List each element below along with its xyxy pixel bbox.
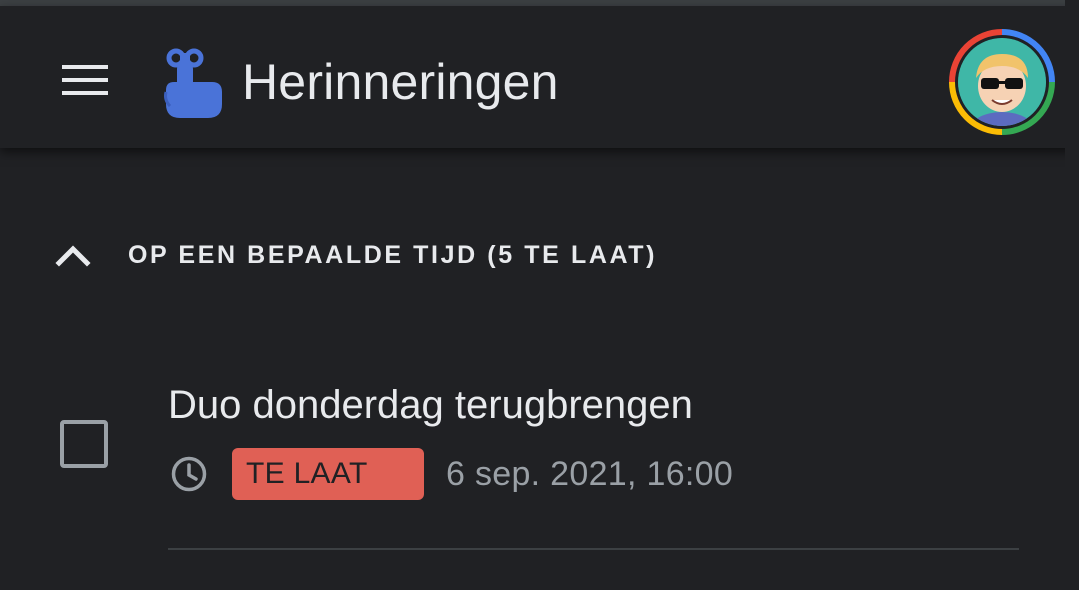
overdue-badge: TE LAAT [232,448,424,500]
section-title: OP EEN BEPAALDE TIJD (5 TE LAAT) [128,240,658,269]
section-header[interactable]: OP EEN BEPAALDE TIJD (5 TE LAAT) [50,220,657,290]
menu-icon [62,65,108,95]
reminder-title: Duo donderdag terugbrengen [168,383,693,427]
chevron-up-icon[interactable] [50,232,96,278]
reminder-item[interactable]: Duo donderdag terugbrengen TE LAAT 6 sep… [0,370,1079,570]
scroll-rail [1065,0,1079,590]
app-bar: Herinneringen [0,6,1079,148]
divider [168,548,1019,550]
reminder-meta: TE LAAT 6 sep. 2021, 16:00 [168,448,733,500]
reminders-screen: Herinneringen OP EEN BEPAALDE TIJD (5 TE… [0,0,1079,590]
menu-button[interactable] [50,50,120,110]
reminder-checkbox[interactable] [60,420,108,468]
reminder-datetime: 6 sep. 2021, 16:00 [446,454,734,493]
app-title: Herinneringen [242,54,559,110]
reminder-finger-icon [160,44,230,120]
account-avatar[interactable] [948,28,1056,136]
clock-icon [168,453,210,495]
